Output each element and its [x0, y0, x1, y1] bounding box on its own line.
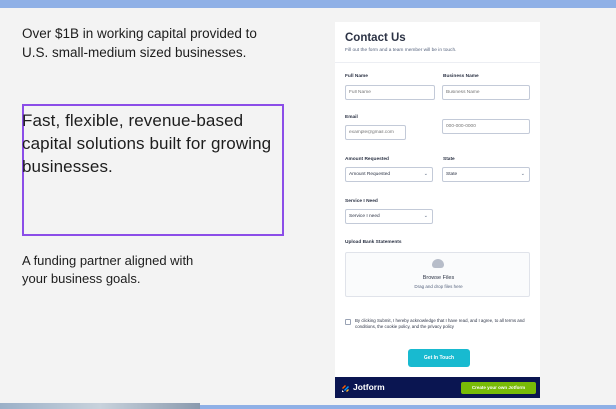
chevron-down-icon: ⌄	[520, 171, 525, 177]
business-name-input[interactable]	[442, 85, 530, 100]
full-name-input[interactable]	[345, 85, 435, 100]
email-input[interactable]	[345, 125, 406, 140]
amount-requested-value: Amount Requested	[349, 172, 391, 177]
form-divider	[335, 62, 540, 63]
jotform-logo-icon	[342, 385, 349, 392]
jotform-brand-name[interactable]: Jotform	[353, 382, 385, 392]
hero-copy: Over $1B in working capital provided to …	[22, 24, 284, 286]
state-value: State	[446, 172, 458, 177]
consent-checkbox[interactable]	[345, 319, 351, 325]
drag-drop-hint: Drag and drop files here	[414, 284, 463, 289]
jotform-footer: Jotform Create your own Jotform	[335, 377, 540, 398]
state-label: State	[443, 157, 455, 162]
chevron-down-icon: ⌄	[423, 213, 428, 219]
upload-label: Upload Bank Statements	[345, 240, 402, 245]
phone-input[interactable]	[442, 119, 530, 134]
get-in-touch-button[interactable]: Get In Touch	[408, 349, 470, 367]
business-name-label: Business Name	[443, 74, 479, 79]
tagline-text: A funding partner aligned with your busi…	[22, 253, 194, 286]
browse-files-label[interactable]: Browse Files	[346, 275, 531, 281]
intro-text: Over $1B in working capital provided to …	[22, 26, 257, 60]
consent-text: By clicking Submit, I hereby acknowledge…	[355, 318, 525, 329]
form-title: Contact Us	[345, 32, 406, 44]
contact-form: Contact Us Fill out the form and a team …	[335, 22, 540, 398]
service-select[interactable]: Service I need ⌄	[345, 209, 433, 224]
service-label: Service I Need	[345, 199, 378, 204]
file-upload-dropzone[interactable]: Browse Files Drag and drop files here	[345, 252, 530, 297]
hero-headline: Fast, flexible, revenue-based capital so…	[22, 111, 272, 176]
full-name-label: Full Name	[345, 74, 368, 79]
amount-requested-label: Amount Requested	[345, 157, 389, 162]
amount-requested-select[interactable]: Amount Requested ⌄	[345, 167, 433, 182]
top-banner-strip	[0, 0, 616, 8]
state-select[interactable]: State ⌄	[442, 167, 530, 182]
service-value: Service I need	[349, 214, 380, 219]
create-jotform-button[interactable]: Create your own Jotform	[461, 382, 536, 394]
cloud-upload-icon	[432, 259, 444, 268]
bottom-photo-strip	[0, 403, 200, 409]
chevron-down-icon: ⌄	[423, 171, 428, 177]
email-label: Email	[345, 115, 358, 120]
form-subtitle: Fill out the form and a team member will…	[345, 48, 457, 53]
